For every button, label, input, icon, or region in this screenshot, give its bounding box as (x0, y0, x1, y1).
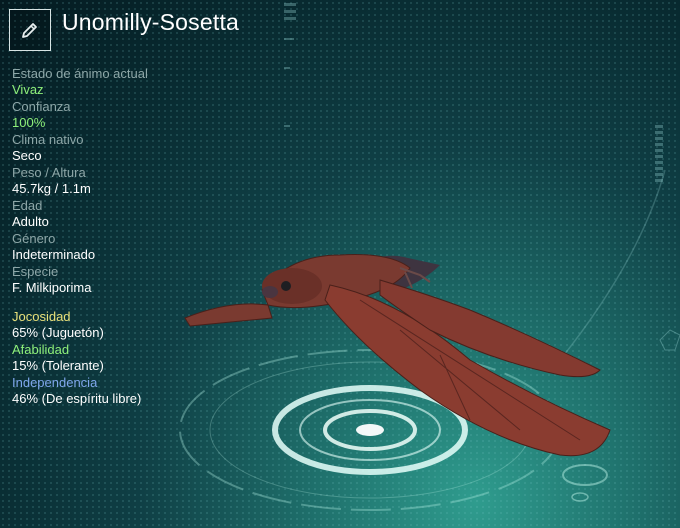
creature-name: Unomilly-Sosetta (62, 9, 240, 35)
trait-label: Afabilidad (12, 342, 70, 357)
stat-label: Estado de ánimo actual (12, 66, 148, 81)
stat-gender: Género Indeterminado (12, 231, 272, 262)
stat-climate: Clima nativo Seco (12, 132, 272, 163)
trait-value: 15% (Tolerante) (12, 357, 104, 373)
stat-label: Clima nativo (12, 132, 84, 147)
stat-label: Edad (12, 198, 43, 213)
stat-value: Vivaz (12, 81, 44, 97)
stat-weight-height: Peso / Altura 45.7kg / 1.1m (12, 165, 272, 196)
stat-label: Especie (12, 264, 59, 279)
stat-value: Seco (12, 147, 42, 163)
personality-traits: Jocosidad 65% (Juguetón) Afabilidad 15% … (12, 309, 272, 406)
stat-species: Especie F. Milkiporima (12, 264, 272, 295)
stat-mood: Estado de ánimo actual Vivaz (12, 66, 272, 97)
stat-trust: Confianza 100% (12, 99, 272, 130)
creature-stats: Estado de ánimo actual Vivaz Confianza 1… (12, 66, 272, 408)
stat-label: Peso / Altura (12, 165, 86, 180)
trait-label: Jocosidad (12, 309, 71, 324)
trait-value: 46% (De espíritu libre) (12, 390, 142, 406)
edit-name-button[interactable] (9, 9, 51, 51)
stat-label: Confianza (12, 99, 71, 114)
trait-playfulness: Jocosidad 65% (Juguetón) (12, 309, 272, 340)
stat-value: Indeterminado (12, 246, 96, 262)
stat-value: 100% (12, 114, 46, 130)
trait-independence: Independencia 46% (De espíritu libre) (12, 375, 272, 406)
trait-friendliness: Afabilidad 15% (Tolerante) (12, 342, 272, 373)
stat-value: Adulto (12, 213, 49, 229)
stat-label: Género (12, 231, 56, 246)
trait-value: 65% (Juguetón) (12, 324, 104, 340)
stat-age: Edad Adulto (12, 198, 272, 229)
stat-value: F. Milkiporima (12, 279, 92, 295)
stat-value: 45.7kg / 1.1m (12, 180, 91, 196)
trait-label: Independencia (12, 375, 98, 390)
pencil-icon (22, 23, 37, 38)
